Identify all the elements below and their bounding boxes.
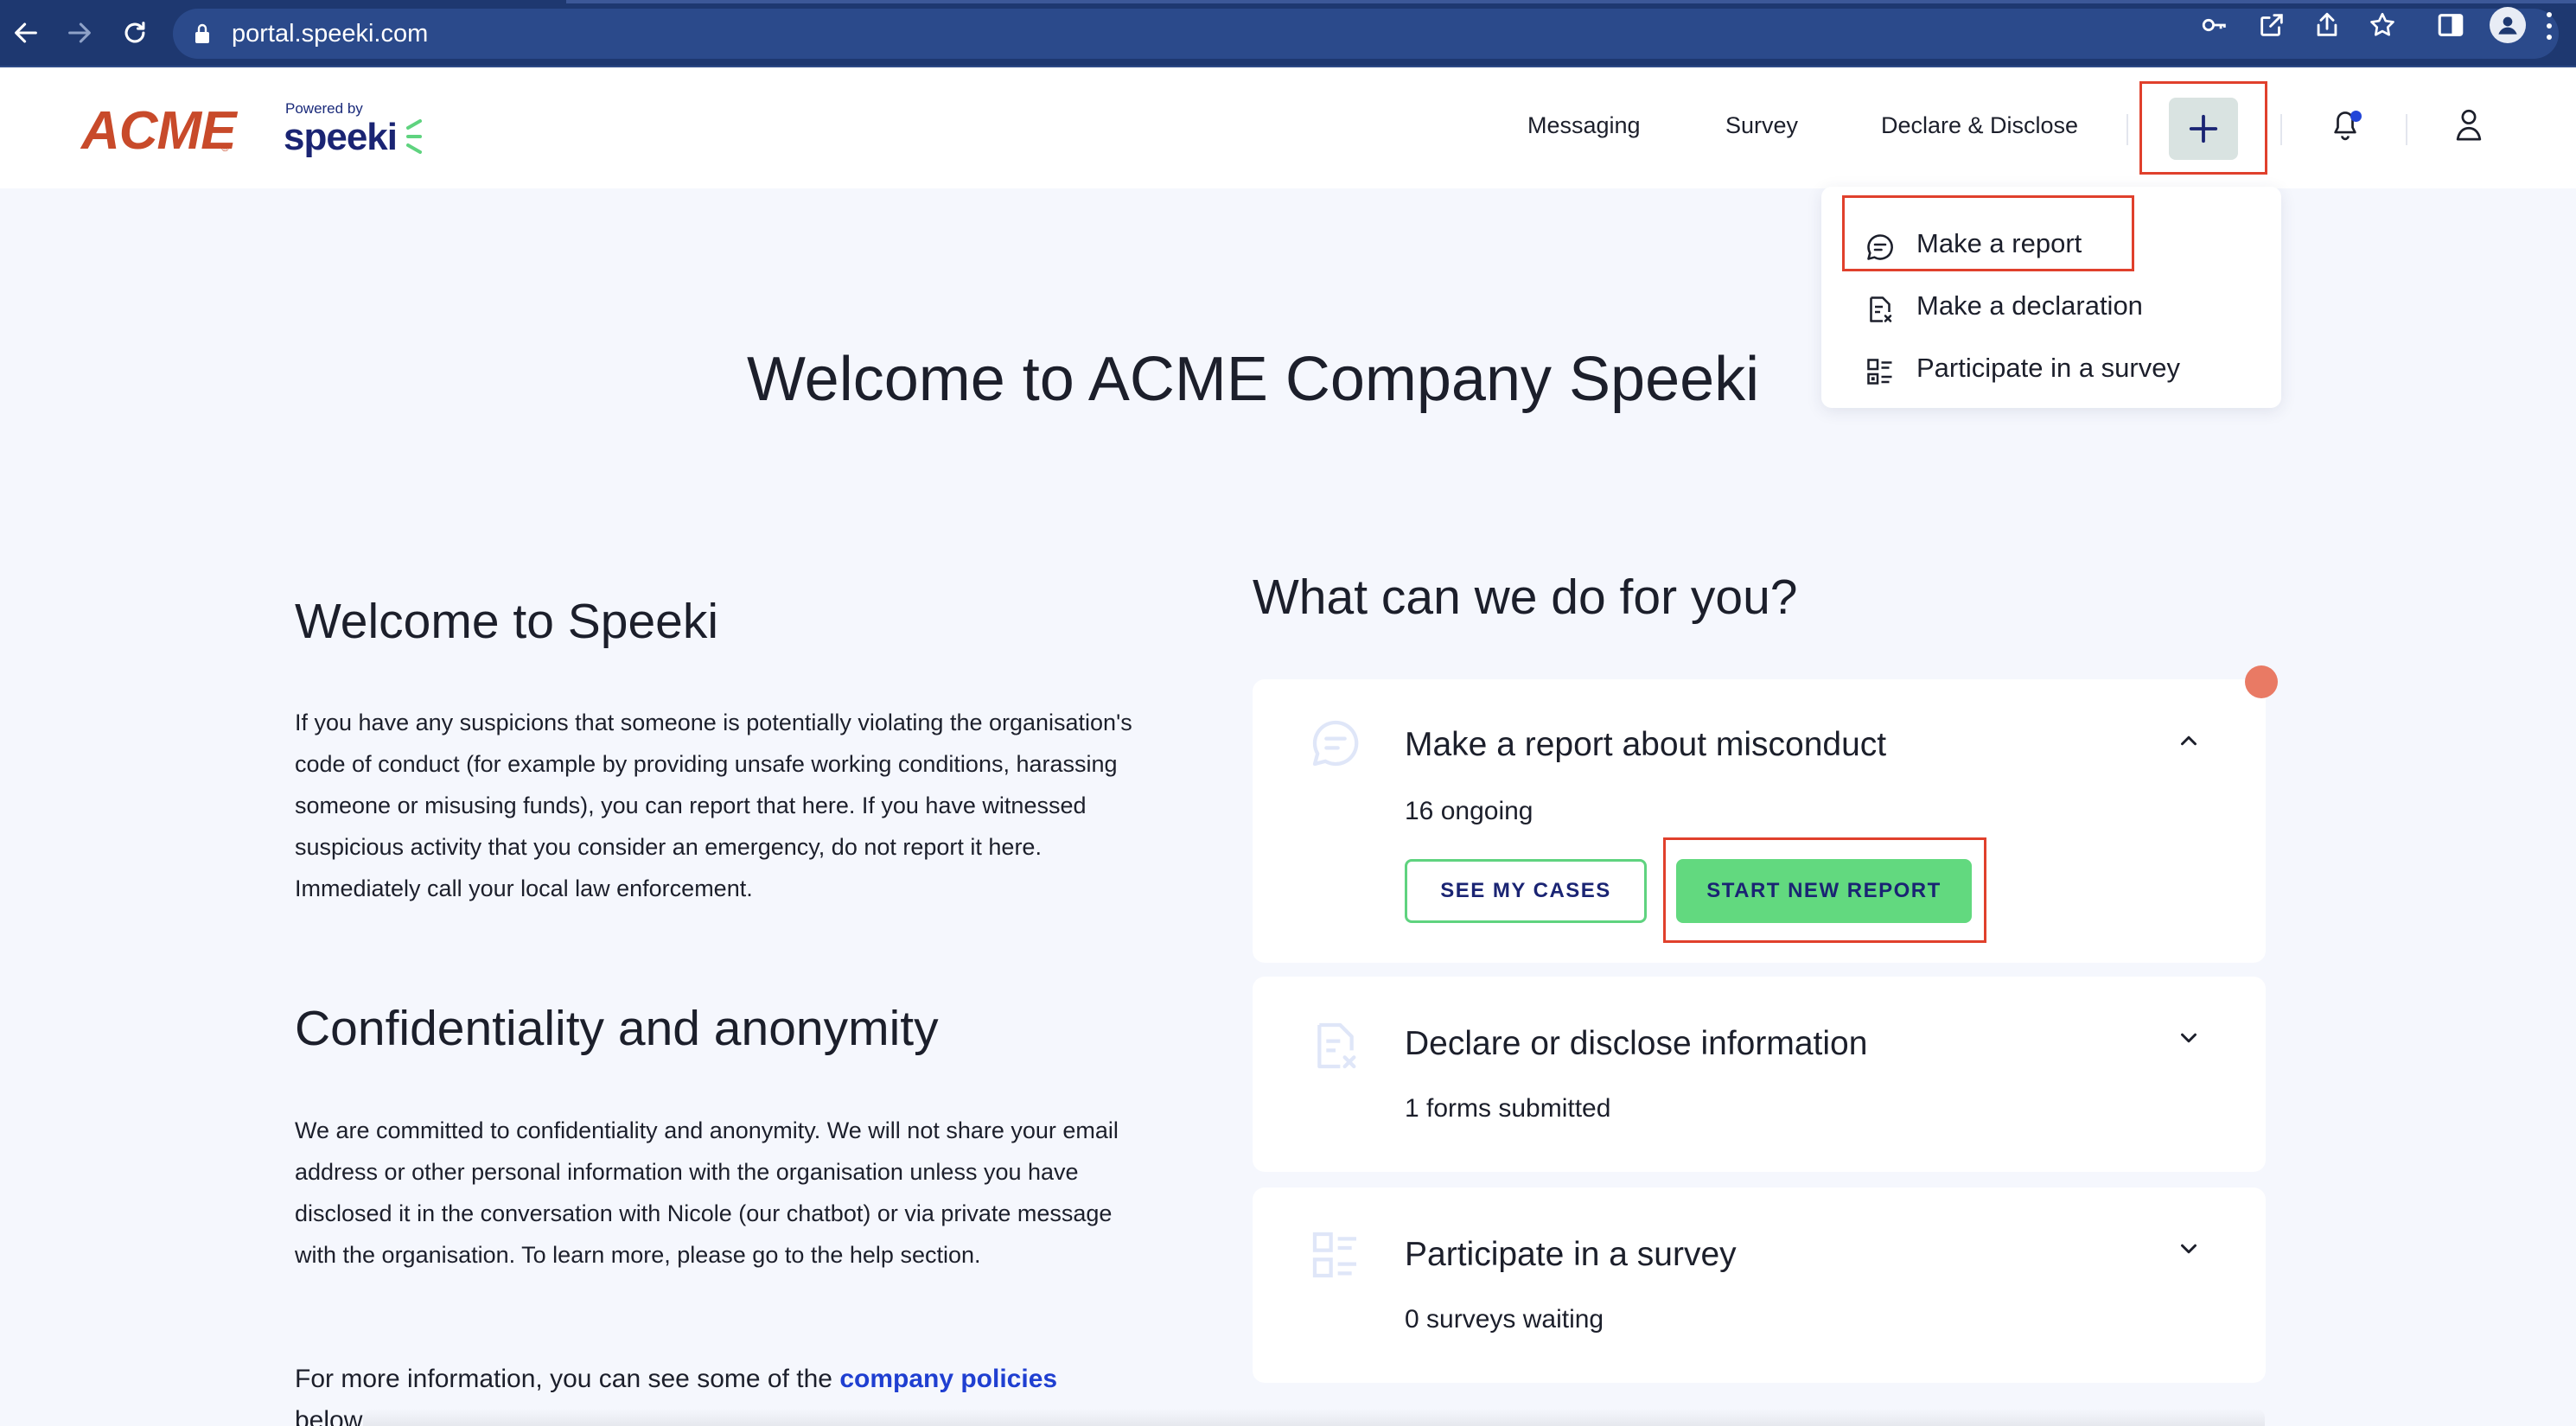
card-title: Make a report about misconduct	[1405, 726, 1887, 763]
policies-text: For more information, you can see some o…	[295, 1365, 832, 1393]
speeki-logo-mark	[406, 119, 422, 154]
highlight-frame-make-report	[1842, 195, 2134, 271]
chevron-up-icon[interactable]	[2176, 728, 2202, 754]
notification-dot	[2350, 111, 2362, 122]
create-new-button[interactable]	[2169, 98, 2238, 160]
services-heading: What can we do for you?	[1253, 570, 1798, 625]
nav-declare-disclose[interactable]: Declare & Disclose	[1881, 112, 2078, 139]
see-my-cases-button[interactable]: SEE MY CASES	[1405, 859, 1647, 923]
arrow-left-icon	[15, 22, 37, 43]
user-icon[interactable]	[2453, 107, 2484, 142]
menu-item-make-declaration[interactable]: Make a declaration	[1821, 278, 2281, 334]
side-panel-icon	[2438, 14, 2464, 36]
back-button[interactable]	[9, 16, 43, 50]
external-link-icon	[2260, 14, 2283, 36]
chevron-down-icon[interactable]	[2176, 1025, 2202, 1051]
lock-icon	[195, 23, 209, 43]
bookmark-button[interactable]	[2368, 10, 2397, 40]
arrow-right-icon	[68, 22, 91, 43]
chat-bubble-icon	[1312, 720, 1359, 767]
profile-button[interactable]	[2490, 7, 2526, 43]
person-icon	[2498, 16, 2517, 35]
browser-menu-button[interactable]	[2545, 12, 2554, 40]
page-title: Welcome to ACME Company Speeki	[747, 345, 1760, 414]
share-icon	[2317, 12, 2337, 36]
header-divider	[2406, 114, 2407, 145]
notification-indicator	[2245, 665, 2278, 698]
nav-survey[interactable]: Survey	[1725, 112, 1798, 139]
url-text: portal.speeki.com	[232, 20, 429, 48]
confidentiality-paragraph: We are committed to confidentiality and …	[295, 1117, 1119, 1268]
password-key-button[interactable]	[2200, 10, 2229, 40]
menu-item-label: Participate in a survey	[1916, 353, 2180, 383]
tab-strip-edge	[566, 0, 2576, 3]
document-x-icon	[1870, 296, 1892, 322]
card-subtitle: 0 surveys waiting	[1405, 1305, 1604, 1334]
header-divider	[2126, 114, 2128, 145]
speeki-logo[interactable]: speeki	[284, 116, 398, 159]
company-logo-reg: ®	[221, 142, 229, 154]
share-button[interactable]	[2312, 10, 2342, 40]
card-subtitle: 1 forms submitted	[1405, 1094, 1611, 1123]
start-new-report-button[interactable]: START NEW REPORT	[1676, 859, 1972, 923]
bottom-shadow	[363, 1409, 2265, 1426]
forward-button[interactable]	[62, 16, 97, 50]
company-policies-link[interactable]: company policies	[839, 1365, 1057, 1393]
confidentiality-heading: Confidentiality and anonymity	[295, 1001, 939, 1056]
nav-messaging[interactable]: Messaging	[1527, 112, 1641, 139]
open-external-button[interactable]	[2257, 10, 2286, 40]
header-divider	[2280, 114, 2282, 145]
app-header: ACME ® Powered by speeki Messaging Surve…	[0, 67, 2576, 188]
welcome-heading: Welcome to Speeki	[295, 594, 719, 649]
reload-button[interactable]	[118, 16, 152, 50]
browser-toolbar: portal.speeki.com	[0, 0, 2576, 67]
chevron-down-icon[interactable]	[2176, 1236, 2202, 1262]
welcome-paragraph: If you have any suspicions that someone …	[295, 710, 1132, 901]
card-make-report: Make a report about misconduct 16 ongoin…	[1253, 679, 2266, 963]
menu-item-participate-survey[interactable]: Participate in a survey	[1821, 341, 2281, 396]
policies-text-suffix: below.	[295, 1406, 369, 1426]
card-title: Declare or disclose information	[1405, 1025, 1868, 1062]
menu-item-label: Make a declaration	[1916, 290, 2143, 321]
key-icon	[2202, 18, 2226, 32]
card-subtitle: 16 ongoing	[1405, 797, 1533, 825]
reload-icon	[124, 22, 145, 43]
card-participate-survey[interactable]: Participate in a survey 0 surveys waitin…	[1253, 1187, 2266, 1383]
plus-icon	[2189, 114, 2218, 143]
document-x-icon	[1317, 1022, 1356, 1069]
survey-list-icon	[1867, 359, 1892, 385]
card-declare-disclose[interactable]: Declare or disclose information 1 forms …	[1253, 977, 2266, 1172]
card-title: Participate in a survey	[1405, 1236, 1737, 1273]
powered-by-label: Powered by	[285, 100, 363, 117]
star-icon	[2370, 12, 2394, 36]
side-panel-button[interactable]	[2436, 10, 2465, 40]
survey-list-icon	[1312, 1232, 1356, 1278]
company-logo[interactable]: ACME	[81, 100, 237, 162]
